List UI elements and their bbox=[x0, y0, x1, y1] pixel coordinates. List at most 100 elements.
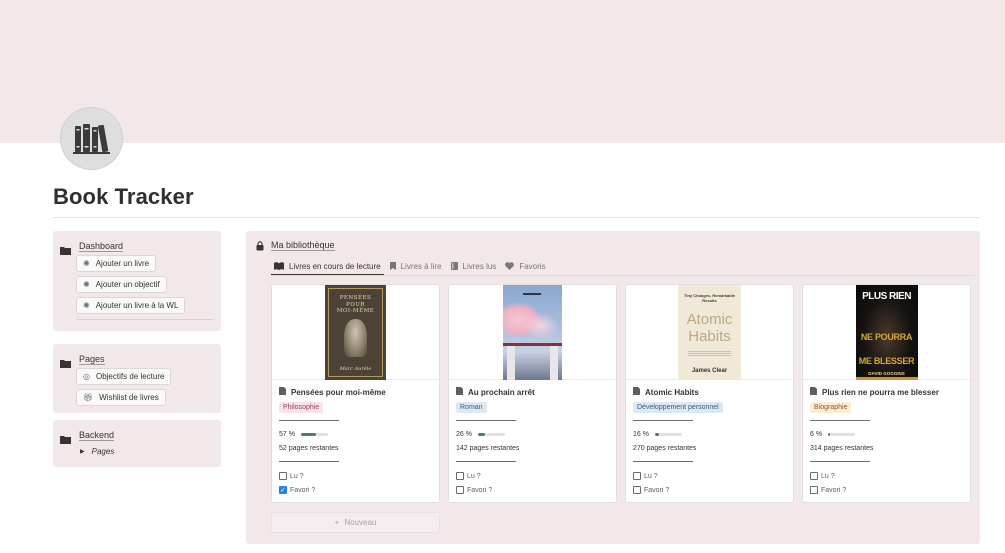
progress: 16 % bbox=[633, 431, 682, 438]
new-book-button[interactable]: + Nouveau bbox=[271, 512, 440, 533]
progress-bar bbox=[477, 433, 505, 436]
pages-remaining: 270 pages restantes bbox=[633, 445, 697, 452]
book-cover-image bbox=[503, 285, 562, 380]
backend-header[interactable]: Backend bbox=[60, 430, 115, 444]
plus-icon: + bbox=[334, 518, 340, 527]
read-label: Lu ? bbox=[467, 472, 481, 480]
tab-read[interactable]: Livres lus bbox=[448, 258, 500, 275]
favorite-checkbox[interactable]: ✓ Favori ? bbox=[279, 486, 315, 494]
read-checkbox[interactable]: Lu ? bbox=[279, 472, 304, 480]
cover-author: James Clear bbox=[691, 368, 728, 374]
tab-to-read[interactable]: Livres à lire bbox=[387, 258, 445, 275]
book-cover-image: PENSÉES POUR MOI-MÊME Marc Aurèle bbox=[325, 285, 386, 380]
checkbox-icon[interactable] bbox=[810, 486, 818, 494]
reading-goals-button[interactable]: ◎ Objectifs de lecture bbox=[76, 368, 172, 385]
divider bbox=[633, 420, 693, 421]
divider bbox=[279, 461, 339, 462]
card-cover bbox=[449, 285, 616, 380]
book-card[interactable]: PLUS RIEN NE POURRA ME BLESSER DAVID GOG… bbox=[802, 284, 971, 503]
checkbox-checked-icon[interactable]: ✓ bbox=[279, 486, 287, 494]
cover-line: MOI-MÊME bbox=[336, 308, 375, 314]
checkbox-icon[interactable] bbox=[633, 486, 641, 494]
checkbox-icon[interactable] bbox=[810, 472, 818, 480]
book-cover-image: PLUS RIEN NE POURRA ME BLESSER DAVID GOG… bbox=[855, 285, 918, 380]
book-title[interactable]: Plus rien ne pourra me blesser bbox=[810, 387, 939, 397]
divider bbox=[810, 420, 870, 421]
lock-icon bbox=[256, 240, 264, 250]
page-icon bbox=[456, 387, 463, 397]
genre-tag: Biographie bbox=[810, 402, 852, 413]
read-checkbox[interactable]: Lu ? bbox=[810, 472, 835, 480]
page-icon bbox=[633, 387, 640, 397]
book-title[interactable]: Atomic Habits bbox=[633, 387, 699, 397]
backend-link[interactable]: Backend bbox=[79, 430, 115, 441]
dashboard-header[interactable]: Dashboard bbox=[60, 241, 124, 255]
reading-goals-label: Objectifs de lecture bbox=[95, 372, 165, 381]
divider bbox=[456, 420, 516, 421]
pages-header[interactable]: Pages bbox=[60, 354, 105, 368]
book-card[interactable]: PENSÉES POUR MOI-MÊME Marc Aurèle Pensée… bbox=[271, 284, 440, 503]
library-header[interactable]: Ma bibliothèque bbox=[256, 240, 335, 251]
favorite-label: Favori ? bbox=[644, 486, 670, 494]
add-goal-button[interactable]: ✺ Ajouter un objectif bbox=[76, 276, 167, 293]
triangle-right-icon[interactable]: ▶ bbox=[80, 448, 85, 455]
checkbox-icon[interactable] bbox=[456, 472, 464, 480]
backend-pages-item[interactable]: ▶ Pages bbox=[80, 447, 114, 456]
pages-remaining: 142 pages restantes bbox=[456, 445, 520, 452]
read-checkbox[interactable]: Lu ? bbox=[456, 472, 481, 480]
library-section: Ma bibliothèque Livres en cours de lectu… bbox=[246, 231, 980, 544]
cover-line: ME BLESSER bbox=[858, 356, 915, 366]
wishlist-label: Wishlist de livres bbox=[99, 393, 159, 402]
add-goal-label: Ajouter un objectif bbox=[95, 280, 160, 289]
checkbox-icon[interactable] bbox=[279, 472, 287, 480]
card-cover: PLUS RIEN NE POURRA ME BLESSER DAVID GOG… bbox=[803, 285, 970, 380]
page-icon bbox=[810, 387, 817, 397]
books-icon[interactable] bbox=[60, 107, 123, 170]
progress-fill bbox=[300, 433, 317, 436]
add-wishlist-book-button[interactable]: ✺ Ajouter un livre à la WL bbox=[76, 297, 186, 314]
checkbox-icon[interactable] bbox=[456, 486, 464, 494]
book-card[interactable]: Tiny Changes, Remarkable Results Atomic … bbox=[625, 284, 794, 503]
book-title-text: Au prochain arrêt bbox=[468, 387, 535, 397]
favorite-checkbox[interactable]: Favori ? bbox=[810, 486, 846, 494]
tab-favorites[interactable]: Favoris bbox=[502, 258, 548, 275]
add-book-button[interactable]: ✺ Ajouter un livre bbox=[76, 255, 157, 272]
book-icon bbox=[450, 261, 458, 272]
favorite-checkbox[interactable]: Favori ? bbox=[456, 486, 492, 494]
read-label: Lu ? bbox=[644, 472, 658, 480]
library-title[interactable]: Ma bibliothèque bbox=[271, 240, 335, 251]
progress: 6 % bbox=[810, 431, 856, 438]
progress-label: 57 % bbox=[279, 431, 295, 438]
divider bbox=[76, 319, 213, 320]
progress-label: 26 % bbox=[456, 431, 472, 438]
read-checkbox[interactable]: Lu ? bbox=[633, 472, 658, 480]
book-card[interactable]: Au prochain arrêt Roman 26 % 142 pages r… bbox=[448, 284, 617, 503]
divider bbox=[279, 420, 339, 421]
dashboard-section: Dashboard ✺ Ajouter un livre ✺ Ajouter u… bbox=[53, 231, 221, 331]
tab-favorites-label: Favoris bbox=[519, 262, 546, 271]
book-title-text: Atomic Habits bbox=[645, 387, 699, 397]
book-title-text: Pensées pour moi-même bbox=[291, 387, 386, 397]
book-title[interactable]: Au prochain arrêt bbox=[456, 387, 535, 397]
card-cover: PENSÉES POUR MOI-MÊME Marc Aurèle bbox=[272, 285, 439, 380]
tab-reading[interactable]: Livres en cours de lecture bbox=[271, 258, 384, 276]
gift-icon: 🎁︎ bbox=[83, 392, 94, 402]
folder-icon bbox=[60, 431, 71, 444]
backend-pages-label: Pages bbox=[91, 447, 115, 456]
sparkle-icon: ✺ bbox=[83, 300, 90, 310]
favorite-checkbox[interactable]: Favori ? bbox=[633, 486, 669, 494]
pages-link[interactable]: Pages bbox=[79, 354, 105, 365]
view-tabs: Livres en cours de lecture Livres à lire… bbox=[271, 258, 552, 276]
checkbox-icon[interactable] bbox=[633, 472, 641, 480]
dashboard-link[interactable]: Dashboard bbox=[79, 241, 124, 252]
progress-fill bbox=[654, 433, 660, 436]
book-title[interactable]: Pensées pour moi-même bbox=[279, 387, 386, 397]
favorite-label: Favori ? bbox=[821, 486, 847, 494]
wishlist-button[interactable]: 🎁︎ Wishlist de livres bbox=[76, 389, 166, 406]
cover-line: Atomic bbox=[686, 311, 733, 328]
progress-label: 16 % bbox=[633, 431, 649, 438]
add-book-label: Ajouter un livre bbox=[95, 259, 150, 268]
genre-tag: Développement personnel bbox=[633, 402, 723, 413]
divider bbox=[271, 275, 975, 276]
divider bbox=[633, 461, 693, 462]
